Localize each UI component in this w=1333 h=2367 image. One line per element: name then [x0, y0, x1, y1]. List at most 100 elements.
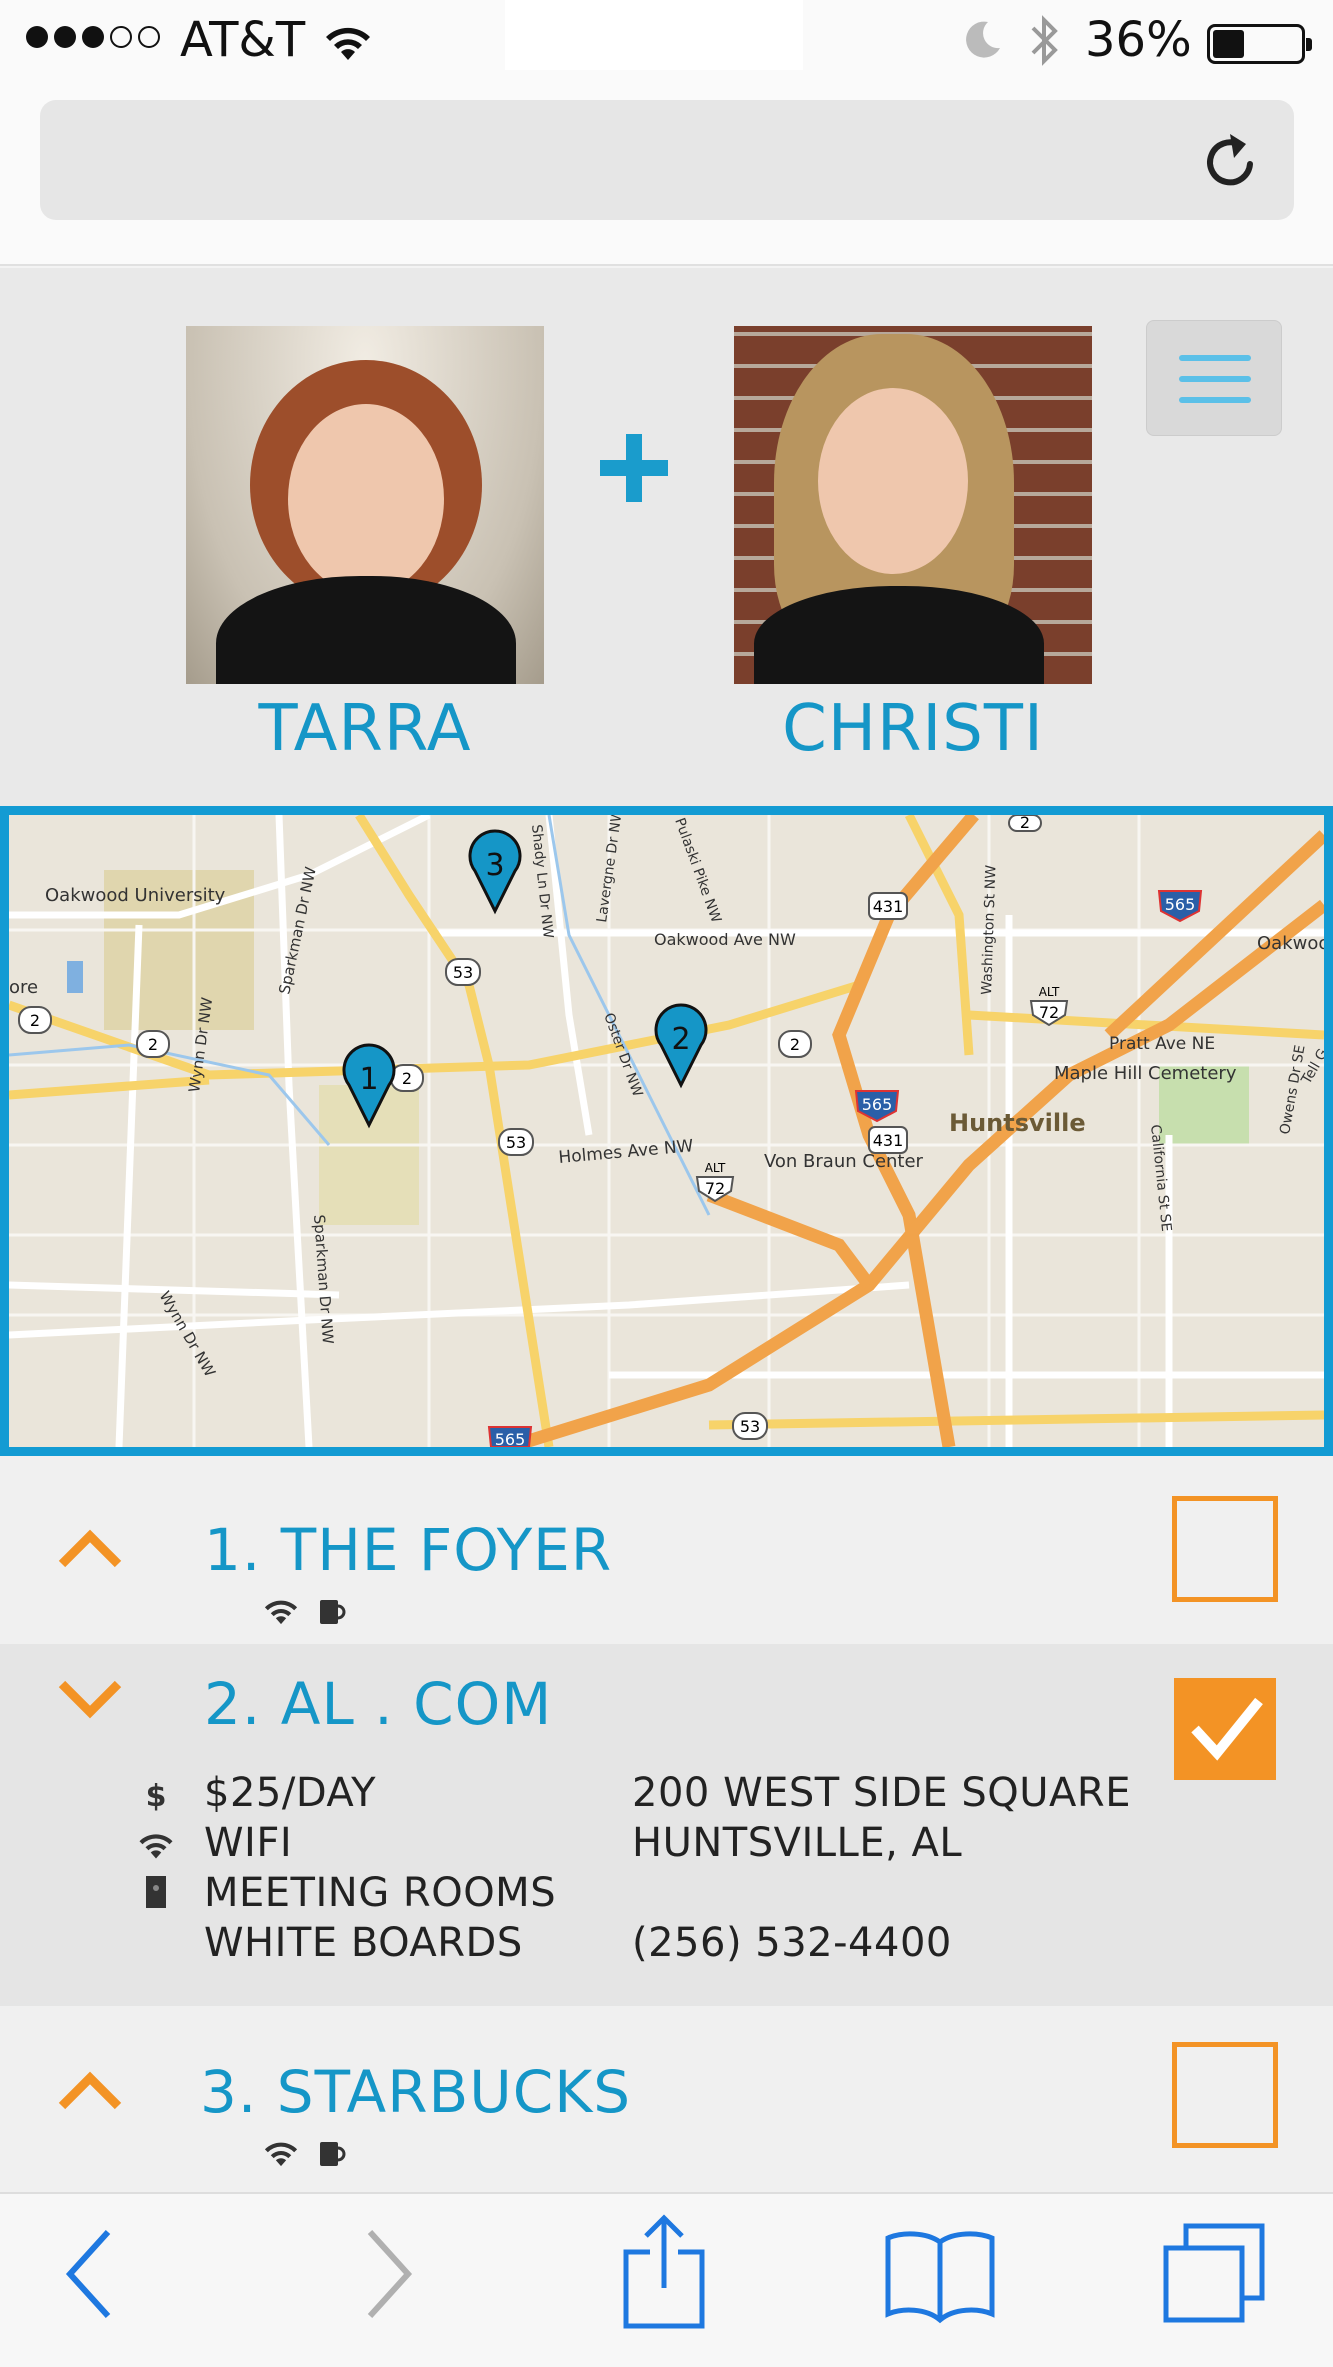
browser-toolbar — [0, 2192, 1333, 2367]
route-shield: 53 — [445, 958, 481, 986]
location-title[interactable]: 1. THE FOYER — [204, 1516, 612, 1584]
water-area — [67, 961, 83, 993]
phone-number[interactable]: (256) 532-4400 — [632, 1920, 952, 1966]
route-shield: 2 — [1008, 815, 1042, 832]
svg-text:2: 2 — [671, 1022, 690, 1057]
coffee-icon — [320, 1600, 346, 1624]
feature-price: $25/DAY — [204, 1770, 377, 1816]
svg-text:72: 72 — [1039, 1003, 1059, 1022]
map-label: Maple Hill Cemetery — [1054, 1063, 1237, 1084]
map-label: Oster Dr NW — [600, 1011, 645, 1099]
carrier-name: AT&T — [180, 12, 306, 68]
location-checkbox[interactable] — [1172, 2042, 1278, 2148]
wifi-icon — [326, 27, 370, 60]
person-name-christi: CHRISTI — [782, 692, 1044, 766]
location-checkbox[interactable] — [1174, 1678, 1276, 1780]
svg-text:565: 565 — [862, 1095, 893, 1114]
route-shield: 565 — [1157, 890, 1203, 923]
location-checkbox[interactable] — [1172, 1496, 1278, 1602]
route-shield: 53 — [498, 1128, 534, 1156]
svg-text:72: 72 — [705, 1179, 725, 1198]
map-label: Pulaski Pike NW — [671, 816, 724, 925]
status-bar: AT&T 36% — [0, 0, 1333, 84]
map-view[interactable]: 431 565 53 2 2 2 2 2 ALT 72 565 431 53 AL… — [0, 806, 1333, 1456]
back-icon[interactable] — [60, 2224, 120, 2324]
svg-text:1: 1 — [359, 1062, 378, 1097]
plus-icon — [600, 434, 668, 502]
map-label: Oakwood Ave NW — [654, 930, 796, 949]
map-label: Oakwoo — [1257, 933, 1324, 954]
route-shield: 431 — [868, 892, 908, 920]
svg-text:565: 565 — [495, 1430, 526, 1447]
svg-text:2: 2 — [148, 1035, 158, 1054]
map-canvas: 431 565 53 2 2 2 2 2 ALT 72 565 431 53 AL… — [9, 815, 1324, 1447]
coffee-icon — [320, 2142, 346, 2166]
dollar-icon: $ — [146, 1779, 167, 1812]
checkmark-icon — [1191, 1697, 1263, 1761]
wifi-icon — [264, 1600, 298, 1625]
feature-white-boards: WHITE BOARDS — [204, 1920, 523, 1966]
address-line-1: 200 WEST SIDE SQUARE — [632, 1770, 1131, 1816]
wifi-icon — [264, 2142, 298, 2167]
location-item-3[interactable]: 3. STARBUCKS — [0, 2006, 1333, 2192]
bookmarks-icon[interactable] — [884, 2228, 996, 2326]
svg-text:ALT: ALT — [1039, 985, 1060, 999]
bluetooth-icon — [1031, 15, 1058, 66]
svg-text:431: 431 — [873, 897, 904, 916]
svg-text:2: 2 — [402, 1069, 412, 1088]
svg-text:53: 53 — [506, 1133, 526, 1152]
door-icon — [146, 1876, 166, 1908]
battery-percentage: 36% — [1085, 12, 1192, 68]
feature-meeting-rooms: MEETING ROOMS — [204, 1870, 557, 1916]
route-shield: 53 — [732, 1412, 768, 1440]
profile-header: TARRA CHRISTI — [0, 268, 1333, 806]
time-area — [505, 0, 803, 70]
map-label: Owens Dr SE — [1277, 1044, 1308, 1136]
browser-address-area — [0, 84, 1333, 266]
route-shield: 2 — [778, 1030, 812, 1058]
svg-text:431: 431 — [873, 1131, 904, 1150]
route-shield: 2 — [18, 1006, 52, 1034]
svg-text:2: 2 — [30, 1011, 40, 1030]
location-title[interactable]: 3. STARBUCKS — [200, 2058, 631, 2126]
route-shield: 2 — [136, 1030, 170, 1058]
map-label: Huntsville — [949, 1109, 1086, 1137]
location-amenities — [262, 1596, 348, 1626]
svg-text:53: 53 — [453, 963, 473, 982]
route-shield: ALT 72 — [695, 1161, 735, 1203]
map-label: Holmes Ave NW — [558, 1136, 695, 1168]
moon-icon — [966, 21, 1000, 58]
chevron-up-icon[interactable] — [56, 1526, 124, 1570]
christi-photo — [734, 326, 1092, 684]
svg-text:2: 2 — [1020, 815, 1030, 832]
map-label: Von Braun Center — [764, 1151, 924, 1172]
location-title[interactable]: 2. AL . COM — [204, 1670, 552, 1738]
location-amenities — [262, 2138, 348, 2168]
svg-text:53: 53 — [740, 1417, 760, 1436]
address-line-2: HUNTSVILLE, AL — [632, 1820, 963, 1866]
address-bar[interactable] — [40, 100, 1294, 220]
tabs-icon[interactable] — [1162, 2222, 1268, 2326]
svg-text:$: $ — [146, 1779, 167, 1812]
person-name-tarra: TARRA — [258, 692, 472, 766]
svg-text:3: 3 — [485, 848, 504, 883]
map-label: Washington St NW — [979, 865, 1000, 995]
map-label: Wynn Dr NW — [156, 1288, 220, 1380]
forward-icon[interactable] — [358, 2224, 418, 2324]
hamburger-menu-button[interactable] — [1146, 320, 1282, 436]
route-shield: 2 — [390, 1064, 424, 1092]
svg-text:2: 2 — [790, 1035, 800, 1054]
map-pin-2[interactable]: 2 — [654, 1003, 708, 1089]
share-icon[interactable] — [622, 2214, 706, 2330]
chevron-down-icon[interactable] — [56, 1678, 124, 1722]
wifi-icon — [139, 1834, 173, 1859]
chevron-up-icon[interactable] — [56, 2068, 124, 2112]
map-label: Oakwood University — [45, 885, 226, 906]
svg-text:ALT: ALT — [705, 1161, 726, 1175]
map-pin-3[interactable]: 3 — [468, 829, 522, 915]
location-item-1[interactable]: 1. THE FOYER — [0, 1456, 1333, 1644]
map-label: Lavergne Dr NW — [594, 815, 626, 924]
reload-icon[interactable] — [1200, 128, 1264, 194]
feature-wifi: WIFI — [204, 1820, 293, 1866]
location-item-2[interactable]: 2. AL . COM $ $25/DAY WIFI MEETING ROOMS… — [0, 1644, 1333, 2006]
